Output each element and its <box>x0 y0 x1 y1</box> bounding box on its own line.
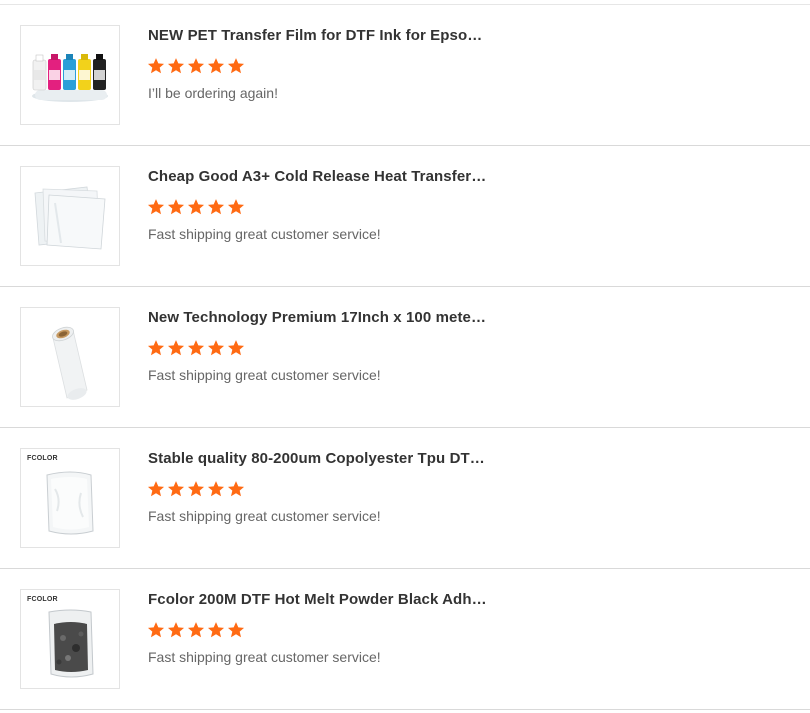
star-icon <box>147 198 165 216</box>
star-icon <box>207 57 225 75</box>
review-comment: Fast shipping great customer service! <box>148 508 381 524</box>
review-comment: Fast shipping great customer service! <box>148 649 381 665</box>
review-item: FCOLOR Stable quality 80-200um Copolyest… <box>0 428 810 569</box>
star-icon <box>167 480 185 498</box>
star-icon <box>207 480 225 498</box>
star-icon <box>227 57 245 75</box>
film-roll-image[interactable] <box>20 307 120 407</box>
star-icon <box>167 621 185 639</box>
star-icon <box>167 198 185 216</box>
star-icon <box>227 480 245 498</box>
star-icon <box>227 339 245 357</box>
product-title[interactable]: New Technology Premium 17Inch x 100 mete… <box>148 309 488 326</box>
review-comment: Fast shipping great customer service! <box>148 226 381 242</box>
review-item: FCOLOR Fcolor 200M DTF Hot Melt Powder B… <box>0 569 810 710</box>
review-comment: Fast shipping great customer service! <box>148 367 381 383</box>
star-rating <box>147 480 245 500</box>
star-icon <box>167 57 185 75</box>
product-title[interactable]: Stable quality 80-200um Copolyester Tpu … <box>148 450 488 467</box>
review-item: Cheap Good A3+ Cold Release Heat Transfe… <box>0 146 810 287</box>
star-icon <box>227 198 245 216</box>
star-icon <box>147 621 165 639</box>
review-comment: I’ll be ordering again! <box>148 85 278 101</box>
star-icon <box>167 339 185 357</box>
star-icon <box>187 621 205 639</box>
white-powder-bag-image[interactable]: FCOLOR <box>20 448 120 548</box>
brand-logo: FCOLOR <box>27 596 58 603</box>
star-icon <box>147 57 165 75</box>
star-rating <box>147 198 245 218</box>
star-icon <box>147 480 165 498</box>
black-powder-bag-image[interactable]: FCOLOR <box>20 589 120 689</box>
product-title[interactable]: Cheap Good A3+ Cold Release Heat Transfe… <box>148 168 488 185</box>
star-icon <box>207 621 225 639</box>
product-title[interactable]: NEW PET Transfer Film for DTF Ink for Ep… <box>148 27 488 44</box>
star-rating <box>147 621 245 641</box>
product-title[interactable]: Fcolor 200M DTF Hot Melt Powder Black Ad… <box>148 591 488 608</box>
star-icon <box>147 339 165 357</box>
star-rating <box>147 339 245 359</box>
divider <box>0 709 810 710</box>
star-icon <box>207 339 225 357</box>
ink-bottles-and-film-image[interactable] <box>20 25 120 125</box>
star-rating <box>147 57 245 77</box>
star-icon <box>187 480 205 498</box>
star-icon <box>227 621 245 639</box>
transfer-sheets-image[interactable] <box>20 166 120 266</box>
brand-logo: FCOLOR <box>27 455 58 462</box>
star-icon <box>207 198 225 216</box>
star-icon <box>187 198 205 216</box>
star-icon <box>187 339 205 357</box>
review-item: NEW PET Transfer Film for DTF Ink for Ep… <box>0 5 810 146</box>
review-item: New Technology Premium 17Inch x 100 mete… <box>0 287 810 428</box>
star-icon <box>187 57 205 75</box>
